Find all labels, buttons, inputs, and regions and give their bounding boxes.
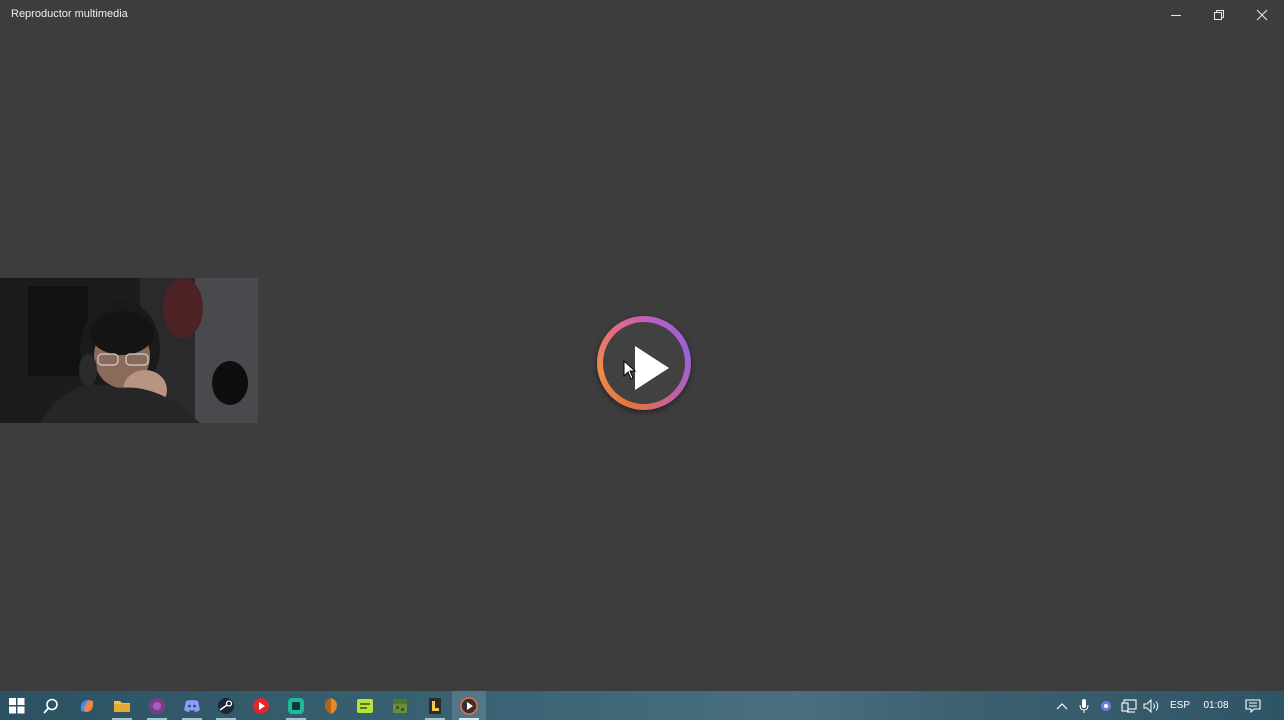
terminal-app-icon: [429, 697, 441, 714]
clock[interactable]: 01:08: [1198, 691, 1234, 720]
taskbar-app-purple[interactable]: [140, 691, 174, 720]
orange-shield-icon: [325, 697, 337, 714]
mouse-cursor-icon: [623, 360, 637, 380]
taskbar-app-minecraft[interactable]: [383, 691, 417, 720]
title-bar: Reproductor multimedia: [0, 0, 1284, 30]
start-icon: [9, 697, 25, 713]
taskbar: ESP 01:08: [0, 691, 1284, 720]
notifications-button[interactable]: [1240, 691, 1266, 720]
play-button-inner: [603, 322, 685, 404]
webcam-person-image: [0, 278, 258, 423]
play-icon: [635, 346, 669, 390]
play-button[interactable]: [597, 316, 691, 410]
close-icon: [1256, 9, 1268, 21]
language-indicator[interactable]: ESP: [1166, 691, 1194, 720]
tray-app-icon: [1101, 700, 1111, 711]
teal-app-icon: [288, 697, 304, 714]
taskbar-app-orange-shield[interactable]: [314, 691, 348, 720]
microphone-icon: [1079, 698, 1089, 713]
file-explorer-icon: [114, 700, 130, 712]
app-purple-icon: [149, 697, 165, 714]
taskbar-app-discord[interactable]: [175, 691, 209, 720]
restore-icon: [1214, 10, 1224, 20]
taskbar-app-media-player[interactable]: [452, 691, 486, 720]
taskbar-app-terminal[interactable]: [418, 691, 452, 720]
taskbar-app-green[interactable]: [348, 691, 382, 720]
minecraft-icon: [393, 698, 407, 713]
webcam-overlay: [0, 278, 258, 423]
notification-center-icon: [1245, 698, 1261, 713]
chevron-up-icon: [1056, 702, 1068, 709]
show-hidden-icons-button[interactable]: [1052, 691, 1072, 720]
copilot-icon: [80, 699, 94, 712]
volume-tray[interactable]: [1142, 691, 1162, 720]
close-button[interactable]: [1240, 0, 1284, 30]
microphone-tray[interactable]: [1075, 691, 1093, 720]
restore-button[interactable]: [1197, 0, 1241, 30]
media-player-icon: [460, 696, 478, 715]
taskbar-app-file-explorer[interactable]: [105, 691, 139, 720]
window-title: Reproductor multimedia: [11, 8, 128, 20]
discord-icon: [184, 699, 200, 712]
search-icon: [43, 698, 58, 714]
minimize-icon: [1171, 15, 1181, 16]
red-app-icon: [253, 697, 269, 714]
app-tray-icon-button[interactable]: [1097, 691, 1115, 720]
taskbar-app-copilot[interactable]: [70, 691, 104, 720]
taskbar-app-steam[interactable]: [209, 691, 243, 720]
steam-icon: [218, 697, 234, 714]
network-tray[interactable]: [1119, 691, 1139, 720]
start-button[interactable]: [0, 691, 34, 720]
search-button[interactable]: [34, 691, 68, 720]
volume-icon: [1143, 698, 1159, 713]
network-icon: [1121, 698, 1137, 713]
green-app-icon: [357, 698, 373, 713]
minimize-button[interactable]: [1154, 0, 1198, 30]
taskbar-app-teal[interactable]: [279, 691, 313, 720]
taskbar-app-red[interactable]: [244, 691, 278, 720]
